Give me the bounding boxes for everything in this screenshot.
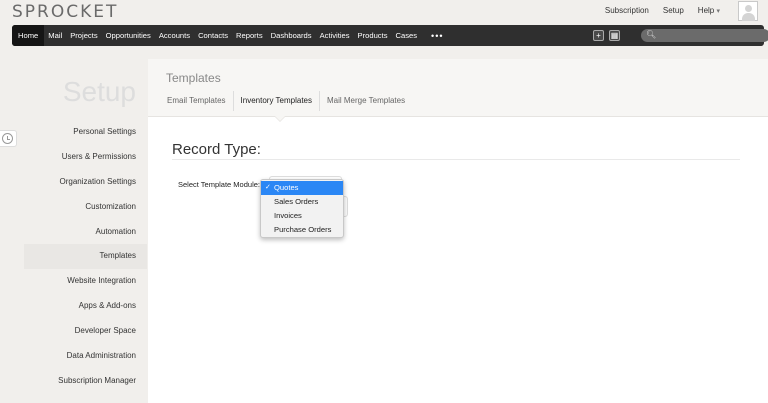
checkmark-icon: ✓: [265, 184, 271, 191]
app-logo[interactable]: SPROCKET: [12, 2, 118, 22]
nav-item-dashboards[interactable]: Dashboards: [267, 25, 316, 46]
main-nav: Home Mail Projects Opportunities Account…: [12, 25, 768, 46]
sidebar-item-personal-settings[interactable]: Personal Settings: [24, 120, 147, 145]
sidebar-item-templates[interactable]: Templates: [24, 244, 147, 270]
sidebar-item-automation[interactable]: Automation: [24, 220, 147, 245]
sidebar-item-data-administration[interactable]: Data Administration: [24, 344, 147, 369]
nav-item-products[interactable]: Products: [354, 25, 392, 46]
add-icon[interactable]: +: [593, 30, 604, 41]
template-module-dropdown: ✓ Quotes Sales Orders Invoices Purchase …: [260, 179, 344, 238]
option-purchase-orders[interactable]: Purchase Orders: [261, 223, 343, 237]
nav-item-mail[interactable]: Mail: [44, 25, 66, 46]
nav-item-accounts[interactable]: Accounts: [155, 25, 194, 46]
option-label: Quotes: [274, 183, 299, 192]
search-icon: 🔍︎: [646, 30, 657, 39]
nav-item-contacts[interactable]: Contacts: [194, 25, 232, 46]
template-module-label: Select Template Module:: [178, 180, 260, 189]
help-label: Help: [697, 6, 715, 15]
tab-email-templates[interactable]: Email Templates: [160, 91, 234, 111]
avatar[interactable]: [738, 1, 758, 21]
nav-item-projects[interactable]: Projects: [66, 25, 101, 46]
sidebar-item-website-integration[interactable]: Website Integration: [24, 269, 147, 294]
sidebar-item-subscription-manager[interactable]: Subscription Manager: [24, 369, 147, 394]
chevron-down-icon: ▾: [716, 8, 720, 15]
nav-items: Home Mail Projects Opportunities Account…: [12, 25, 444, 46]
section-divider: [172, 159, 740, 160]
more-icon[interactable]: •••: [431, 31, 443, 41]
tab-inventory-templates[interactable]: Inventory Templates: [234, 91, 320, 111]
template-tabs: Email Templates Inventory Templates Mail…: [160, 91, 412, 117]
sidebar-item-users-permissions[interactable]: Users & Permissions: [24, 145, 147, 170]
sidebar-item-customization[interactable]: Customization: [24, 195, 147, 220]
top-links: Subscription Setup Help ▾: [605, 6, 720, 15]
subscription-link[interactable]: Subscription: [605, 6, 649, 15]
search-input[interactable]: 🔍︎: [641, 29, 768, 42]
help-menu[interactable]: Help ▾: [698, 6, 720, 15]
sidebar-item-developer-space[interactable]: Developer Space: [24, 319, 147, 344]
setup-link[interactable]: Setup: [663, 6, 684, 15]
option-sales-orders[interactable]: Sales Orders: [261, 195, 343, 209]
avatar-head-shape: [745, 5, 752, 12]
calendar-icon[interactable]: ▦: [609, 30, 620, 41]
nav-item-cases[interactable]: Cases: [392, 25, 422, 46]
option-quotes[interactable]: ✓ Quotes: [261, 181, 343, 195]
sidebar-item-apps-addons[interactable]: Apps & Add-ons: [24, 294, 147, 319]
main-panel: Templates Email Templates Inventory Temp…: [148, 59, 768, 403]
avatar-body-shape: [742, 13, 755, 21]
sidebar-menu: Personal Settings Users & Permissions Or…: [24, 120, 147, 394]
top-bar: SPROCKET Subscription Setup Help ▾: [0, 0, 768, 24]
tab-mail-merge-templates[interactable]: Mail Merge Templates: [320, 91, 412, 111]
nav-item-activities[interactable]: Activities: [316, 25, 354, 46]
option-invoices[interactable]: Invoices: [261, 209, 343, 223]
panel-header: Templates Email Templates Inventory Temp…: [148, 59, 768, 117]
page-title: Templates: [166, 71, 221, 85]
active-tab-indicator-fill: [275, 116, 285, 121]
sidebar-item-organization-settings[interactable]: Organization Settings: [24, 170, 147, 195]
nav-item-opportunities[interactable]: Opportunities: [102, 25, 155, 46]
sidebar-title: Setup: [62, 76, 136, 107]
recent-items-toggle[interactable]: [0, 130, 17, 147]
record-type-heading: Record Type:: [172, 141, 261, 158]
nav-item-reports[interactable]: Reports: [232, 25, 267, 46]
clock-minute-hand: [7, 139, 10, 140]
nav-item-home[interactable]: Home: [12, 25, 45, 46]
